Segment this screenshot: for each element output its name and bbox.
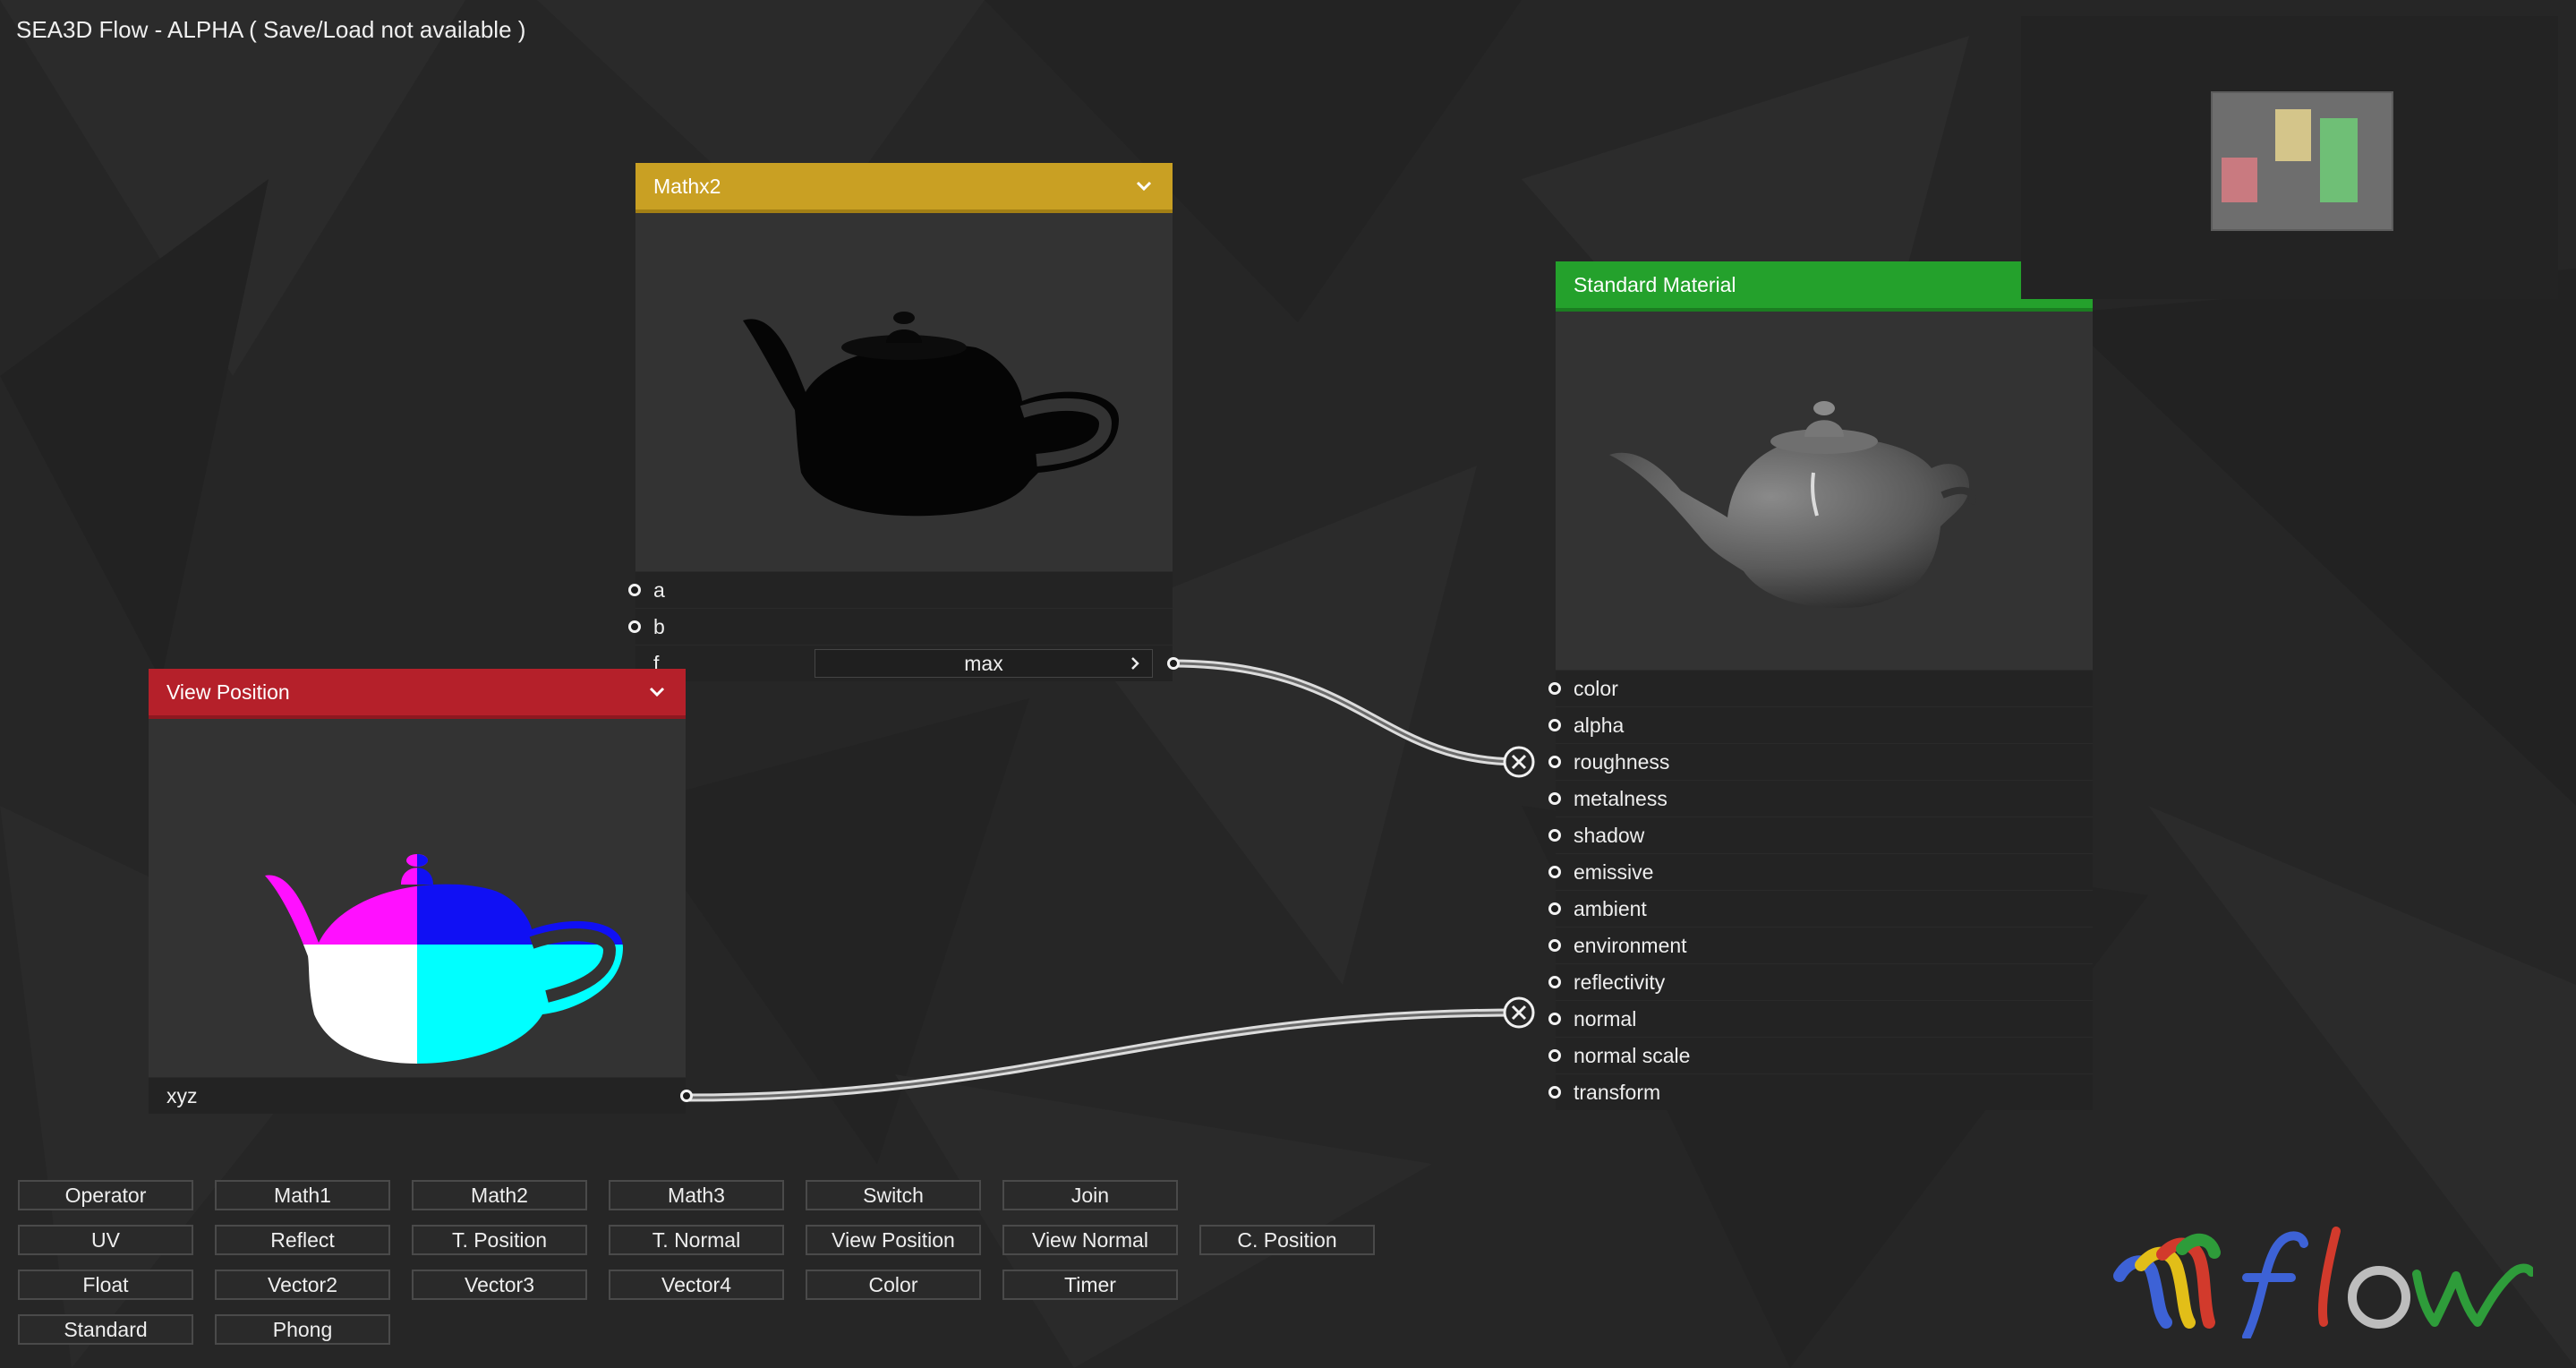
input-port-a[interactable]: a (628, 571, 1173, 608)
minimap-viewport[interactable] (2211, 91, 2393, 231)
chevron-down-icon[interactable] (646, 681, 668, 703)
input-port-dot[interactable] (1548, 976, 1561, 988)
add-view-position-button[interactable]: View Position (806, 1225, 981, 1255)
preview-teapot-material (1556, 312, 2093, 670)
input-port-dot[interactable] (1548, 719, 1561, 731)
add-timer-button[interactable]: Timer (1002, 1270, 1178, 1300)
function-select-value: max (964, 651, 1003, 675)
add-join-button[interactable]: Join (1002, 1180, 1178, 1210)
port-label: a (653, 577, 665, 602)
input-port-normal[interactable]: normal (1548, 1000, 2093, 1037)
port-label: metalness (1574, 786, 1668, 810)
node-header-view-position[interactable]: View Position (149, 669, 686, 719)
input-port-a-dot[interactable] (628, 584, 641, 596)
port-label: normal (1574, 1006, 1637, 1030)
app-title: SEA3D Flow - ALPHA ( Save/Load not avail… (16, 16, 526, 43)
node-title: Mathx2 (653, 174, 721, 198)
input-port-dot[interactable] (1548, 1049, 1561, 1062)
minimap-node-view-position (2222, 158, 2257, 202)
input-port-normal-scale[interactable]: normal scale (1548, 1037, 2093, 1073)
input-port-dot[interactable] (1548, 829, 1561, 842)
chevron-down-icon[interactable] (1133, 175, 1155, 197)
port-label: normal scale (1574, 1043, 1691, 1067)
node-view-position[interactable]: View Position xyz (149, 669, 693, 1114)
add-math2-button[interactable]: Math2 (412, 1180, 587, 1210)
input-port-ambient[interactable]: ambient (1548, 890, 2093, 927)
add-standard-button[interactable]: Standard (18, 1314, 193, 1345)
chevron-right-icon (1131, 657, 1139, 670)
node-title: Standard Material (1574, 272, 1736, 296)
flow-logo (2113, 1227, 2533, 1338)
port-label: ambient (1574, 896, 1647, 920)
function-select-row[interactable]: f max (635, 645, 1180, 681)
node-header-standard-material[interactable]: Standard Material (1556, 261, 2093, 312)
preview-teapot-position (149, 719, 686, 1077)
input-port-dot[interactable] (1548, 792, 1561, 805)
preview-teapot-black (635, 213, 1173, 571)
add-uv-button[interactable]: UV (18, 1225, 193, 1255)
input-port-dot[interactable] (1548, 866, 1561, 878)
port-label: alpha (1574, 713, 1625, 737)
port-label: shadow (1574, 823, 1645, 847)
add-float-button[interactable]: Float (18, 1270, 193, 1300)
input-port-reflectivity[interactable]: reflectivity (1548, 963, 2093, 1000)
add-view-normal-button[interactable]: View Normal (1002, 1225, 1178, 1255)
add-math3-button[interactable]: Math3 (609, 1180, 784, 1210)
input-port-alpha[interactable]: alpha (1548, 706, 2093, 743)
node-standard-material[interactable]: Standard Material color alpha roughness … (1548, 261, 2093, 1110)
input-port-dot[interactable] (1548, 756, 1561, 768)
input-port-environment[interactable]: environment (1548, 927, 2093, 963)
input-port-dot[interactable] (1548, 1013, 1561, 1025)
input-port-color[interactable]: color (1548, 670, 2093, 706)
add-color-button[interactable]: Color (806, 1270, 981, 1300)
add-vector2-button[interactable]: Vector2 (215, 1270, 390, 1300)
output-port-dot[interactable] (1167, 657, 1180, 670)
add-reflect-button[interactable]: Reflect (215, 1225, 390, 1255)
add-vector3-button[interactable]: Vector3 (412, 1270, 587, 1300)
add-t-position-button[interactable]: T. Position (412, 1225, 587, 1255)
node-header-mathx2[interactable]: Mathx2 (635, 163, 1173, 213)
port-label: environment (1574, 933, 1687, 957)
minimap[interactable] (2021, 16, 2558, 299)
input-port-b[interactable]: b (628, 608, 1173, 645)
minimap-node-mathx2 (2275, 109, 2311, 161)
add-math1-button[interactable]: Math1 (215, 1180, 390, 1210)
port-label: reflectivity (1574, 970, 1666, 994)
add-phong-button[interactable]: Phong (215, 1314, 390, 1345)
port-label: emissive (1574, 859, 1654, 884)
add-vector4-button[interactable]: Vector4 (609, 1270, 784, 1300)
port-label: xyz (166, 1083, 198, 1107)
input-port-emissive[interactable]: emissive (1548, 853, 2093, 890)
add-t-normal-button[interactable]: T. Normal (609, 1225, 784, 1255)
port-label: b (653, 614, 665, 638)
node-title: View Position (166, 680, 290, 704)
port-label: roughness (1574, 749, 1670, 774)
input-port-dot[interactable] (1548, 902, 1561, 915)
minimap-node-standard-material (2320, 118, 2358, 202)
add-c-position-button[interactable]: C. Position (1199, 1225, 1375, 1255)
input-port-dot[interactable] (1548, 682, 1561, 695)
input-port-transform[interactable]: transform (1548, 1073, 2093, 1110)
input-port-dot[interactable] (1548, 1086, 1561, 1099)
add-switch-button[interactable]: Switch (806, 1180, 981, 1210)
node-mathx2[interactable]: Mathx2 a b f max (628, 163, 1180, 681)
port-label: color (1574, 676, 1618, 700)
input-port-roughness[interactable]: roughness (1548, 743, 2093, 780)
input-port-shadow[interactable]: shadow (1548, 817, 2093, 853)
input-port-b-dot[interactable] (628, 620, 641, 633)
function-select[interactable]: max (815, 649, 1153, 678)
input-port-metalness[interactable]: metalness (1548, 780, 2093, 817)
input-port-dot[interactable] (1548, 939, 1561, 952)
add-operator-button[interactable]: Operator (18, 1180, 193, 1210)
port-label: transform (1574, 1080, 1661, 1104)
output-port-dot[interactable] (680, 1090, 693, 1102)
output-port-xyz[interactable]: xyz (149, 1077, 693, 1114)
